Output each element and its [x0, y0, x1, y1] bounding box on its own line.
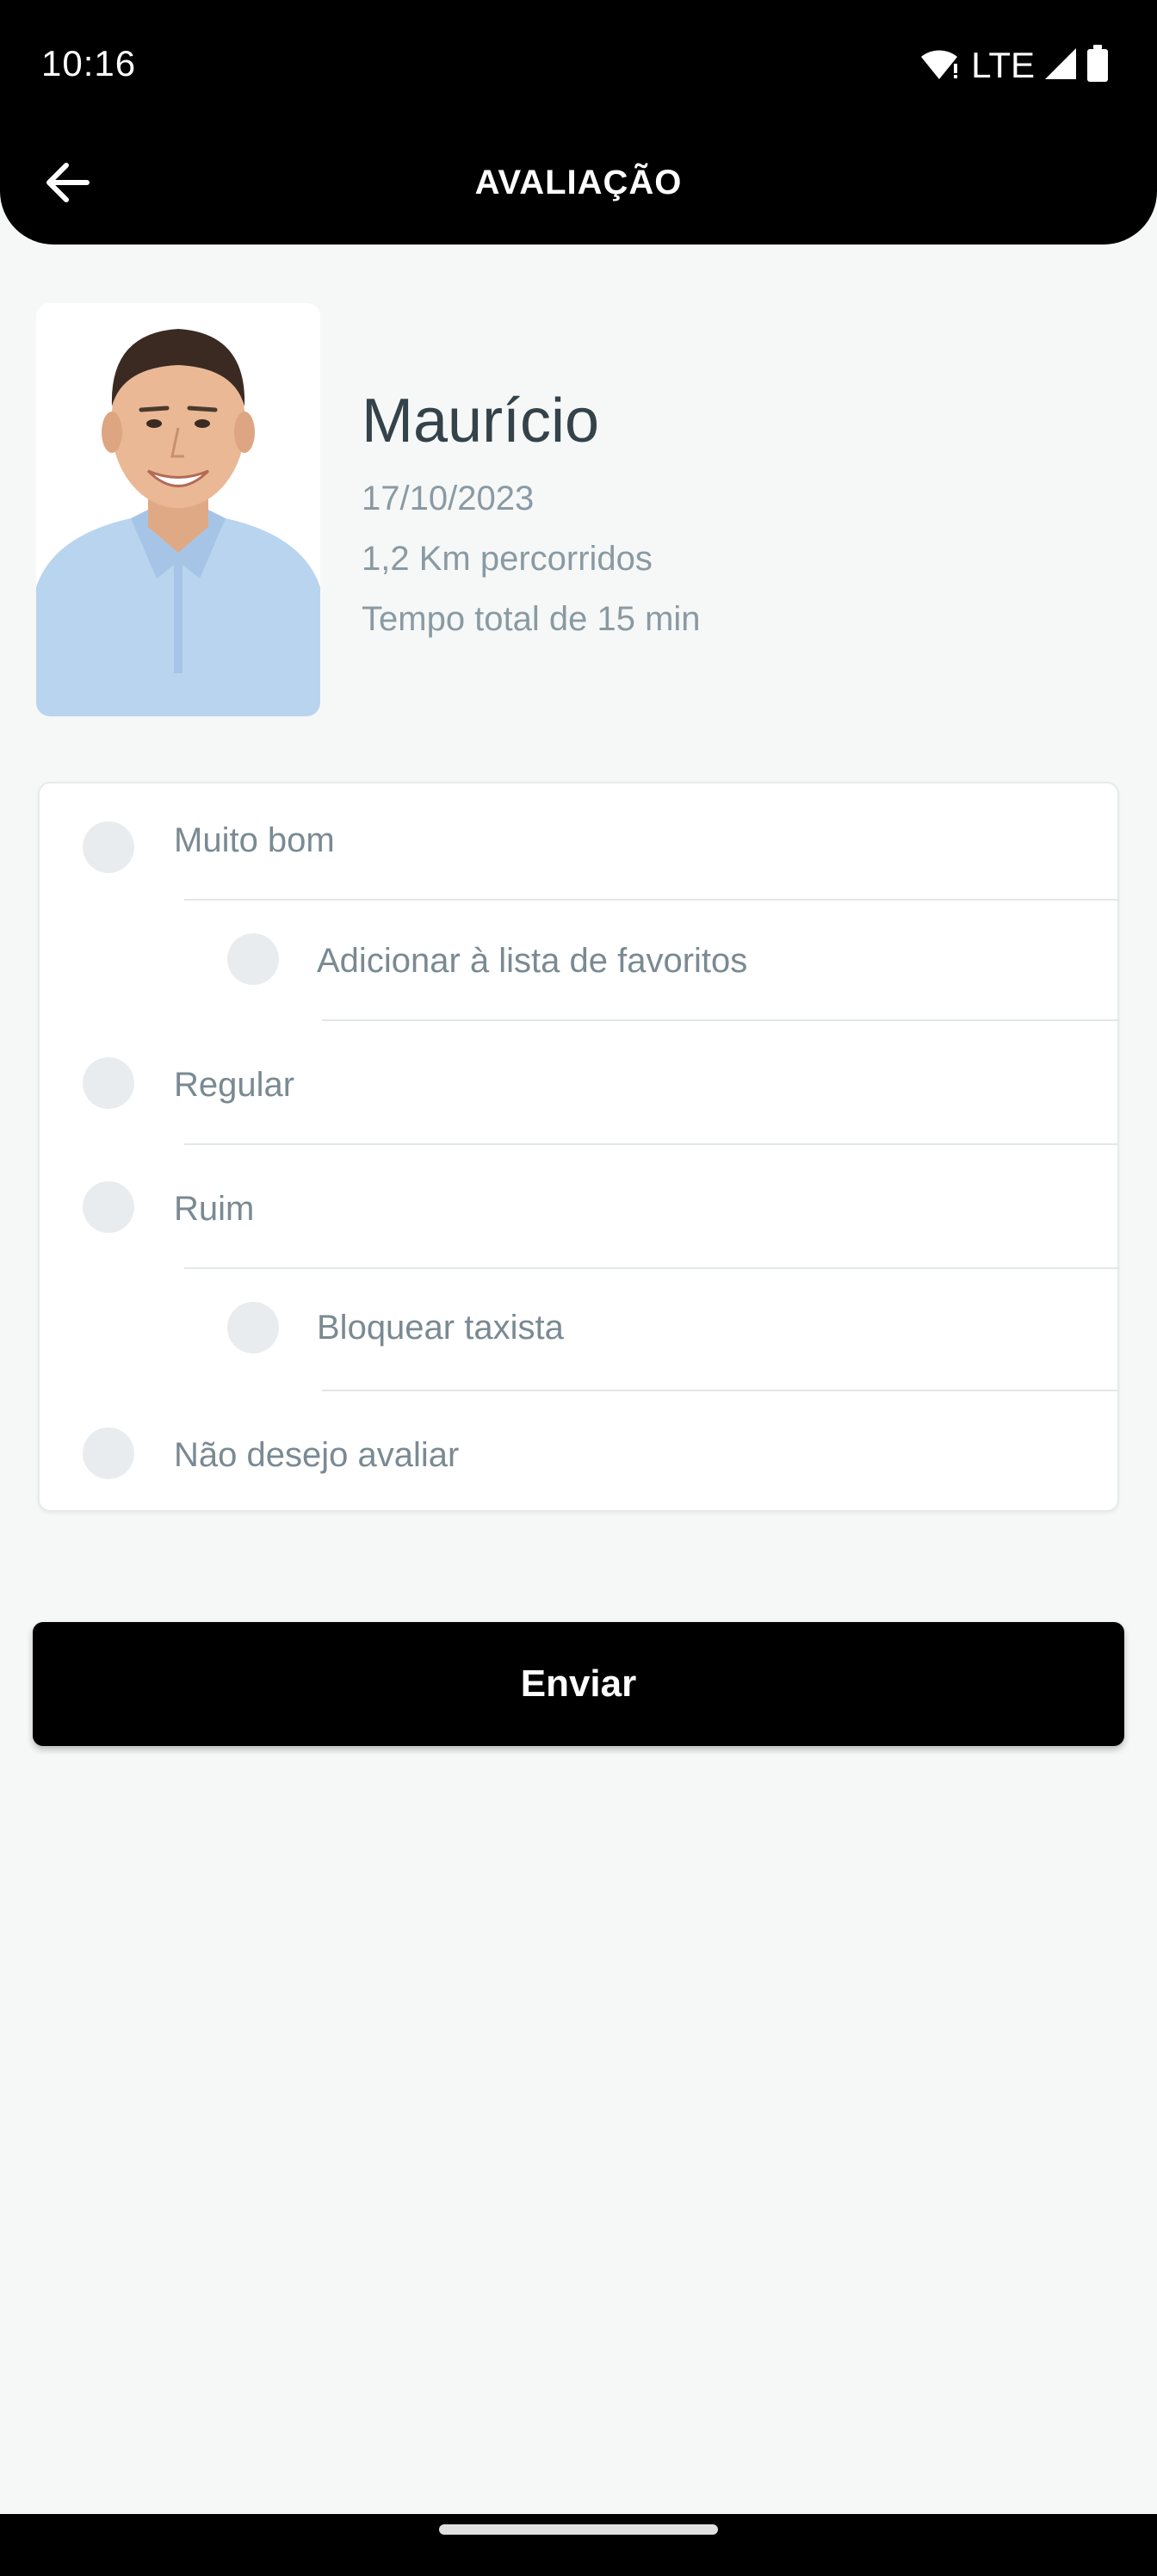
radio-button[interactable]: [83, 1181, 134, 1233]
status-icons: LTE: [919, 43, 1109, 88]
option-regular[interactable]: Regular: [40, 1021, 1121, 1145]
submit-button[interactable]: Enviar: [33, 1622, 1124, 1746]
radio-button[interactable]: [227, 1302, 279, 1353]
page-title: AVALIAÇÃO: [474, 164, 683, 201]
top-app-bar: [0, 0, 1157, 245]
rating-options-card: Muito bom Adicionar à lista de favoritos…: [38, 782, 1119, 1512]
option-muito-bom[interactable]: Muito bom: [40, 783, 1121, 901]
option-label: Bloquear taxista: [317, 1309, 564, 1347]
radio-button[interactable]: [83, 1427, 134, 1479]
network-type: LTE: [971, 45, 1035, 85]
option-ruim[interactable]: Ruim: [40, 1145, 1121, 1269]
trip-distance: 1,2 Km percorridos: [362, 540, 653, 578]
option-bloquear-taxista[interactable]: Bloquear taxista: [40, 1269, 1121, 1390]
option-label: Adicionar à lista de favoritos: [317, 942, 748, 980]
wifi-icon: [919, 46, 959, 85]
trip-duration: Tempo total de 15 min: [362, 600, 701, 638]
driver-name: Maurício: [362, 387, 600, 455]
home-indicator[interactable]: [439, 2524, 718, 2535]
option-label: Regular: [174, 1066, 295, 1104]
option-label: Muito bom: [174, 821, 335, 859]
driver-info: Maurício 17/10/2023 1,2 Km percorridos T…: [362, 386, 701, 649]
radio-button[interactable]: [83, 821, 134, 873]
option-label: Não desejo avaliar: [174, 1436, 460, 1474]
system-nav-bar: [0, 2514, 1157, 2576]
driver-photo: [36, 303, 320, 716]
radio-button[interactable]: [227, 933, 279, 985]
signal-icon: [1043, 46, 1078, 85]
radio-button[interactable]: [83, 1057, 134, 1109]
option-adicionar-favoritos[interactable]: Adicionar à lista de favoritos: [40, 901, 1121, 1021]
option-nao-desejo-avaliar[interactable]: Não desejo avaliar: [40, 1391, 1121, 1512]
battery-icon: [1086, 44, 1109, 87]
status-time: 10:16: [41, 43, 137, 84]
option-label: Ruim: [174, 1190, 255, 1228]
trip-date: 17/10/2023: [362, 480, 535, 517]
